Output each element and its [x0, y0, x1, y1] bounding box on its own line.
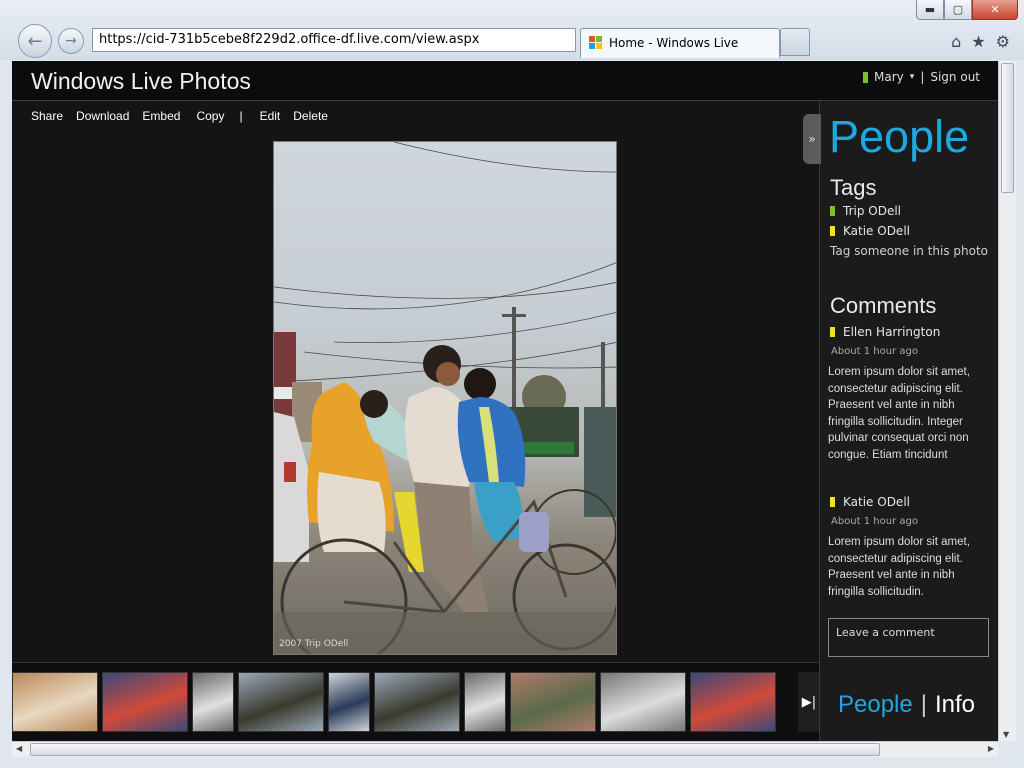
user-name[interactable]: Mary — [874, 70, 904, 84]
window-controls: ▬ ▢ ✕ — [916, 0, 1018, 20]
tag-color-indicator — [830, 226, 835, 236]
embed-button[interactable]: Embed — [142, 109, 180, 123]
maximize-button[interactable]: ▢ — [944, 0, 972, 20]
comment-time: About 1 hour ago — [831, 516, 918, 527]
tag-item[interactable]: Katie ODell — [830, 224, 910, 238]
home-icon[interactable]: ⌂ — [951, 32, 961, 51]
share-button[interactable]: Share — [31, 109, 63, 123]
minimize-button[interactable]: ▬ — [916, 0, 944, 20]
window-bottom-edge — [0, 757, 1024, 768]
panel-tabs: People | Info — [838, 691, 975, 719]
comment-time: About 1 hour ago — [831, 346, 918, 357]
toolbar-separator: | — [239, 109, 243, 123]
comment-author[interactable]: Katie ODell — [830, 495, 910, 509]
comment-input[interactable]: Leave a comment — [828, 618, 989, 657]
comment-text: Lorem ipsum dolor sit amet, consectetur … — [828, 536, 970, 598]
comment-author-name: Ellen Harrington — [843, 325, 941, 339]
author-color-indicator — [830, 327, 835, 337]
delete-button[interactable]: Delete — [293, 109, 328, 123]
tag-item[interactable]: Trip ODell — [830, 204, 901, 218]
vertical-scroll-thumb[interactable] — [1001, 63, 1014, 193]
copy-button[interactable]: Copy — [196, 109, 224, 123]
thumb-snow-person[interactable] — [328, 672, 370, 732]
sign-out-link[interactable]: Sign out — [930, 70, 980, 84]
panel-title: People — [829, 111, 970, 162]
thumb-water-splash[interactable] — [192, 672, 234, 732]
tags-heading: Tags — [830, 175, 877, 200]
new-tab-button[interactable] — [780, 28, 810, 56]
edit-button[interactable]: Edit — [260, 109, 281, 123]
horizontal-scrollbar[interactable]: ◀ ▶ — [12, 741, 998, 757]
author-color-indicator — [830, 497, 835, 507]
photo-viewer-page: Windows Live Photos Mary ▾ | Sign out Sh… — [12, 61, 998, 741]
collapse-panel-button[interactable]: » — [803, 114, 821, 164]
settings-gear-icon[interactable]: ⚙ — [996, 32, 1010, 51]
thumb-hotdogs[interactable] — [12, 672, 98, 732]
back-button[interactable]: ← — [18, 24, 52, 58]
tag-name: Katie ODell — [843, 224, 910, 238]
windows-logo-icon — [589, 36, 603, 50]
photo-credit: 2007 Trip ODell — [279, 639, 349, 649]
tab-title: Home - Windows Live — [609, 36, 739, 50]
page-header: Windows Live Photos Mary ▾ | Sign out — [12, 61, 998, 101]
thumb-water-splash-2[interactable] — [464, 672, 506, 732]
tab-people[interactable]: People — [838, 691, 913, 719]
browser-chrome: ▬ ▢ ✕ ← → https://cid-731b5cebe8f229d2.o… — [0, 0, 1024, 60]
comment-author[interactable]: Ellen Harrington — [830, 325, 940, 339]
tag-someone-link[interactable]: Tag someone in this photo — [830, 244, 988, 258]
user-area: Mary ▾ | Sign out — [863, 70, 980, 84]
scroll-left-arrow-icon[interactable]: ◀ — [16, 744, 22, 753]
scroll-right-arrow-icon[interactable]: ▶ — [988, 744, 994, 753]
site-title[interactable]: Windows Live Photos — [31, 68, 251, 95]
filmstrip: ▶| — [12, 662, 820, 741]
tab-separator: | — [920, 691, 927, 718]
thumb-beach-2[interactable] — [374, 672, 460, 732]
tag-color-indicator — [830, 206, 835, 216]
vertical-scrollbar[interactable]: ▼ — [998, 61, 1016, 741]
main-photo[interactable]: 2007 Trip ODell — [273, 141, 617, 655]
browser-tab[interactable]: Home - Windows Live — [580, 28, 780, 58]
filmstrip-next-button[interactable]: ▶| — [798, 672, 820, 732]
tab-info[interactable]: Info — [935, 691, 975, 719]
favorites-star-icon[interactable]: ★ — [971, 32, 985, 51]
online-status-indicator — [863, 71, 869, 83]
tag-name: Trip ODell — [843, 204, 902, 218]
back-arrow-icon: ← — [27, 30, 43, 52]
forward-button[interactable]: → — [58, 28, 84, 54]
chevron-down-icon[interactable]: ▾ — [910, 72, 915, 82]
comments-heading: Comments — [830, 293, 937, 318]
thumb-people-booth[interactable] — [102, 672, 188, 732]
header-separator: | — [920, 70, 925, 84]
browser-tools: ⌂ ★ ⚙ — [951, 32, 1010, 51]
comment-author-name: Katie ODell — [843, 495, 910, 509]
thumb-hotdogs-bw[interactable] — [600, 672, 686, 732]
thumb-street-scene[interactable] — [510, 672, 596, 732]
filmstrip-thumbnails — [12, 672, 776, 732]
horizontal-scroll-thumb[interactable] — [30, 743, 880, 756]
people-panel: » People Tags Trip ODell Katie ODell Tag… — [803, 101, 998, 741]
download-button[interactable]: Download — [76, 109, 129, 123]
photo-image — [274, 142, 616, 654]
scroll-down-arrow-icon[interactable]: ▼ — [1003, 730, 1009, 739]
forward-arrow-icon: → — [65, 33, 77, 49]
comment-text: Lorem ipsum dolor sit amet, consectetur … — [828, 366, 970, 461]
thumb-people-booth-2[interactable] — [690, 672, 776, 732]
address-bar[interactable]: https://cid-731b5cebe8f229d2.office-df.l… — [92, 28, 576, 52]
close-button[interactable]: ✕ — [972, 0, 1018, 20]
thumb-beach[interactable] — [238, 672, 324, 732]
photo-actions-toolbar: Share Download Embed Copy | Edit Delete — [31, 109, 328, 123]
